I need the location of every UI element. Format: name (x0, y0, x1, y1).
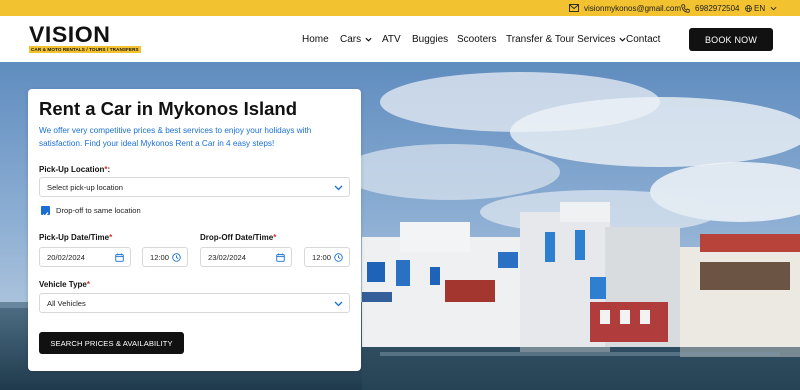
dropoff-same-label: Drop-off to same location (56, 206, 141, 215)
chevron-down-icon (770, 6, 777, 11)
brand-name: VISION (29, 22, 111, 47)
mail-icon (569, 4, 579, 12)
brand-logo[interactable]: VISION CAR & MOTO RENTALS / TOURS / TRAN… (29, 24, 141, 55)
nav-contact[interactable]: Contact (626, 16, 660, 62)
nav-buggies-label: Buggies (412, 33, 449, 45)
vehicle-type-value: All Vehicles (47, 298, 86, 308)
pickup-datetime-label: Pick-Up Date/Time* (39, 233, 112, 242)
required-mark: * (273, 233, 277, 242)
chevron-down-icon (365, 34, 372, 45)
email-link[interactable]: visionmykonos@gmail.com (569, 0, 681, 16)
nav-buggies[interactable]: Buggies (412, 16, 448, 62)
nav-scooters[interactable]: Scooters (457, 16, 496, 62)
dropoff-datetime-label: Drop-Off Date/Time* (200, 233, 276, 242)
chevron-down-icon (334, 300, 343, 309)
clock-icon (334, 253, 343, 264)
dropoff-date-value: 23/02/2024 (208, 252, 247, 262)
pickup-time-value: 12:00 (150, 252, 170, 262)
dropoff-date-input[interactable]: 23/02/2024 (200, 247, 292, 267)
checkbox-checked-icon (42, 212, 49, 218)
phone-icon (681, 3, 690, 13)
phone-link[interactable]: 6982972504 (681, 0, 740, 16)
nav-transfer-tour-label: Transfer & Tour Services (506, 33, 616, 45)
booking-form-card: Rent a Car in Mykonos Island We offer ve… (28, 89, 361, 371)
vehicle-type-label-text: Vehicle Type (39, 280, 87, 289)
required-mark: * (86, 280, 90, 289)
language-selector[interactable]: EN (745, 0, 777, 16)
required-mark: * (109, 233, 113, 242)
calendar-icon (115, 253, 124, 264)
nav-atv[interactable]: ATV (382, 16, 401, 62)
nav-home-label: Home (302, 33, 329, 45)
chevron-down-icon (334, 184, 343, 193)
dropoff-datetime-label-text: Drop-Off Date/Time (200, 233, 274, 242)
nav-cars-label: Cars (340, 33, 362, 45)
site-header: VISION CAR & MOTO RENTALS / TOURS / TRAN… (0, 16, 800, 62)
clock-icon (172, 253, 181, 264)
calendar-icon (276, 253, 285, 264)
vehicle-type-label: Vehicle Type* (39, 280, 90, 289)
email-text: visionmykonos@gmail.com (584, 3, 682, 13)
form-title: Rent a Car in Mykonos Island (39, 98, 298, 119)
pickup-location-value: Select pick-up location (47, 182, 123, 192)
brand-tagline: CAR & MOTO RENTALS / TOURS / TRANSFERS (29, 46, 141, 53)
nav-scooters-label: Scooters (457, 33, 497, 45)
nav-home[interactable]: Home (302, 16, 329, 62)
vehicle-type-select[interactable]: All Vehicles (39, 293, 350, 313)
dropoff-time-input[interactable]: 12:00 (304, 247, 350, 267)
pickup-location-label-text: Pick-Up Location (39, 165, 105, 174)
pickup-time-input[interactable]: 12:00 (142, 247, 188, 267)
search-prices-button[interactable]: SEARCH PRICES & AVAILABILITY (39, 332, 184, 354)
nav-cars[interactable]: Cars (340, 16, 372, 62)
form-subtitle: We offer very competitive prices & best … (39, 126, 312, 148)
pickup-date-input[interactable]: 20/02/2024 (39, 247, 131, 267)
pickup-location-label: Pick-Up Location*: (39, 165, 111, 174)
nav-contact-label: Contact (626, 33, 661, 45)
pickup-date-value: 20/02/2024 (47, 252, 86, 262)
globe-icon (745, 4, 752, 12)
book-now-button[interactable]: BOOK NOW (689, 28, 773, 51)
nav-transfer-tour[interactable]: Transfer & Tour Services (506, 16, 627, 62)
nav-atv-label: ATV (382, 33, 401, 45)
dropoff-time-value: 12:00 (312, 252, 332, 262)
phone-text: 6982972504 (695, 3, 740, 13)
language-label: EN (754, 3, 766, 13)
top-contact-bar: visionmykonos@gmail.com 6982972504 EN (0, 0, 800, 16)
pickup-location-select[interactable]: Select pick-up location (39, 177, 350, 197)
dropoff-same-checkbox[interactable] (41, 206, 50, 218)
pickup-datetime-label-text: Pick-Up Date/Time (39, 233, 110, 242)
required-mark: * (104, 165, 108, 174)
